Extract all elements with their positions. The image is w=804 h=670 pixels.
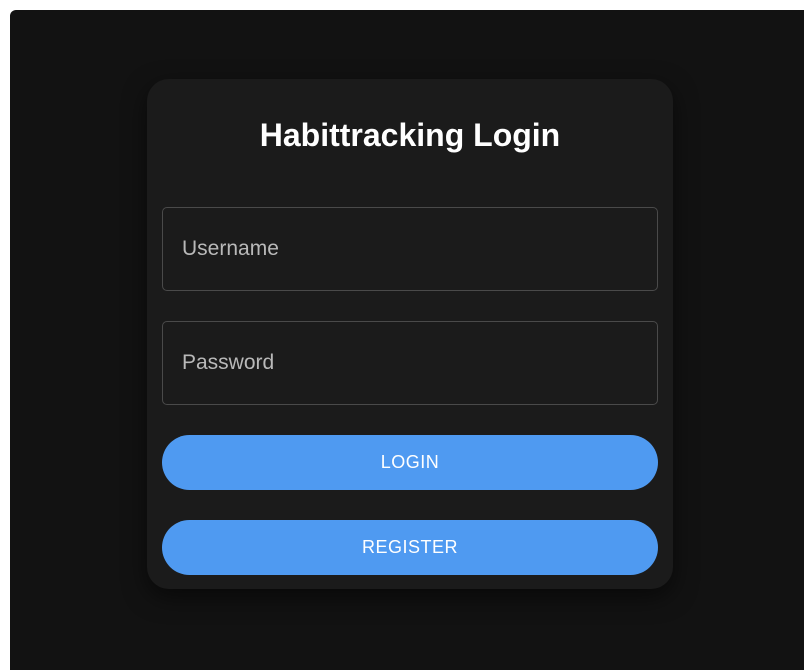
app-background: Habittracking Login LOGIN REGISTER (10, 10, 804, 670)
register-button[interactable]: REGISTER (162, 520, 658, 575)
login-card: Habittracking Login LOGIN REGISTER (147, 79, 673, 589)
page-title: Habittracking Login (259, 117, 561, 153)
password-input[interactable] (162, 321, 658, 405)
username-input[interactable] (162, 207, 658, 291)
login-button[interactable]: LOGIN (162, 435, 658, 490)
